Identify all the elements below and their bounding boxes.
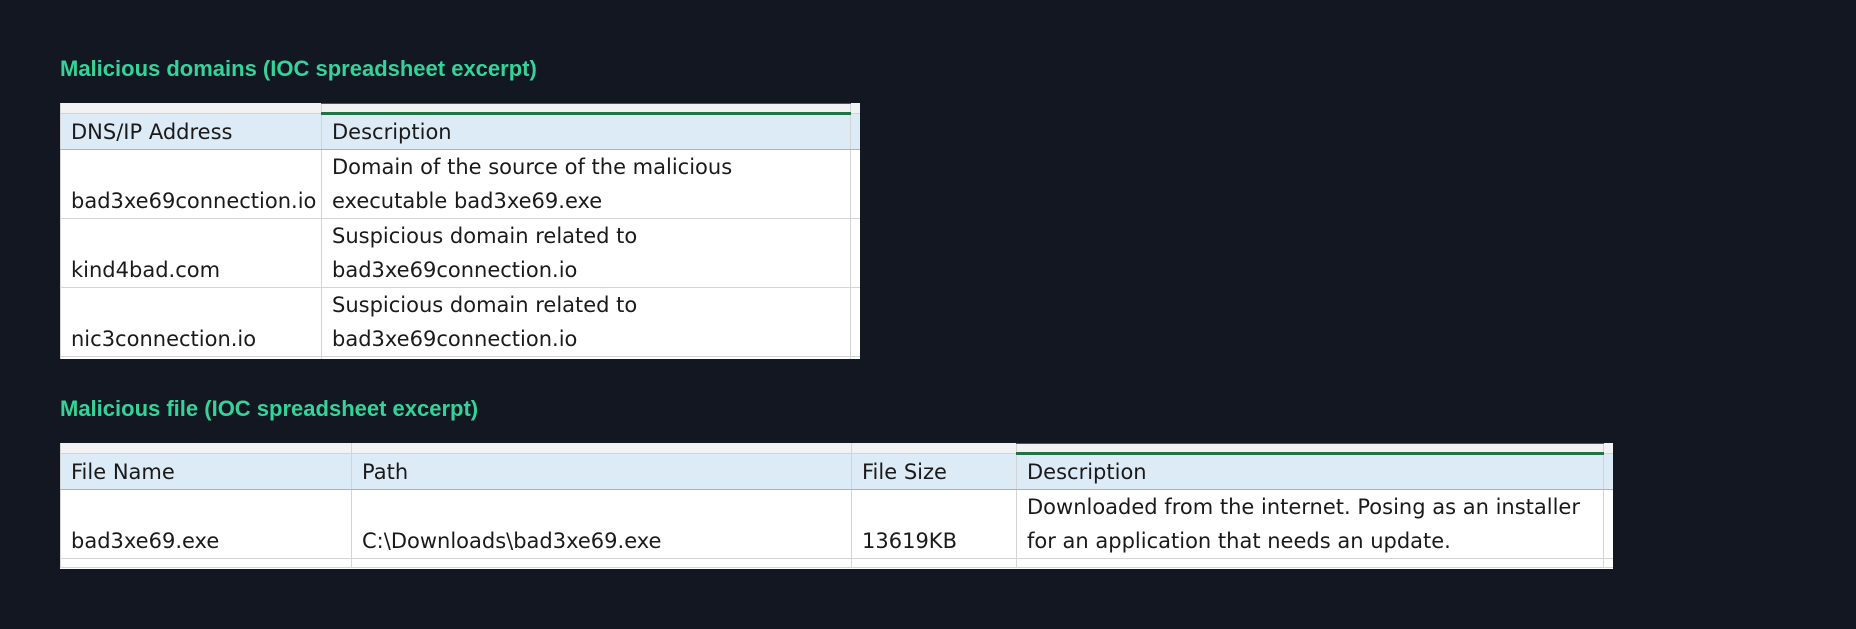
domains-spreadsheet: DNS/IP Address Description bad3xe69conne… — [60, 103, 860, 359]
domains-section-title: Malicious domains (IOC spreadsheet excer… — [60, 56, 537, 81]
table-row: nic3connection.io Suspicious domain rela… — [60, 287, 860, 357]
file-size-cell[interactable]: 13619KB — [851, 489, 1017, 559]
table-row: bad3xe69.exe C:\Downloads\bad3xe69.exe 1… — [60, 489, 1613, 559]
spreadsheet-cell[interactable] — [851, 443, 1017, 454]
spreadsheet-cell[interactable] — [351, 443, 852, 454]
column-header-path: Path — [351, 453, 852, 490]
description-cell[interactable]: Downloaded from the internet. Posing as … — [1016, 489, 1604, 559]
file-name-cell[interactable]: bad3xe69.exe — [60, 489, 352, 559]
column-header-file-name: File Name — [60, 453, 352, 490]
spreadsheet-cell[interactable] — [60, 443, 352, 454]
spreadsheet-cell[interactable] — [60, 103, 322, 114]
column-header-description: Description — [1016, 453, 1604, 490]
description-cell[interactable]: Suspicious domain related to bad3xe69con… — [321, 218, 851, 288]
address-cell[interactable]: bad3xe69connection.io — [60, 149, 322, 219]
column-header-address: DNS/IP Address — [60, 113, 322, 150]
description-cell[interactable]: Domain of the source of the malicious ex… — [321, 149, 851, 219]
table-row: bad3xe69connection.io Domain of the sour… — [60, 149, 860, 219]
column-header-description: Description — [321, 113, 851, 150]
spreadsheet-cell[interactable] — [850, 103, 860, 114]
header-row: File Name Path File Size Description — [60, 453, 1613, 490]
files-section-title: Malicious file (IOC spreadsheet excerpt) — [60, 396, 479, 421]
description-cell[interactable]: Suspicious domain related to bad3xe69con… — [321, 287, 851, 357]
address-cell[interactable]: nic3connection.io — [60, 287, 322, 357]
files-spreadsheet: File Name Path File Size Description bad… — [60, 443, 1613, 569]
header-row: DNS/IP Address Description — [60, 113, 860, 150]
column-header-file-size: File Size — [851, 453, 1017, 490]
table-row: kind4bad.com Suspicious domain related t… — [60, 218, 860, 288]
selected-cell[interactable] — [1016, 443, 1604, 455]
selected-cell[interactable] — [321, 103, 851, 115]
address-cell[interactable]: kind4bad.com — [60, 218, 322, 288]
path-cell[interactable]: C:\Downloads\bad3xe69.exe — [351, 489, 852, 559]
